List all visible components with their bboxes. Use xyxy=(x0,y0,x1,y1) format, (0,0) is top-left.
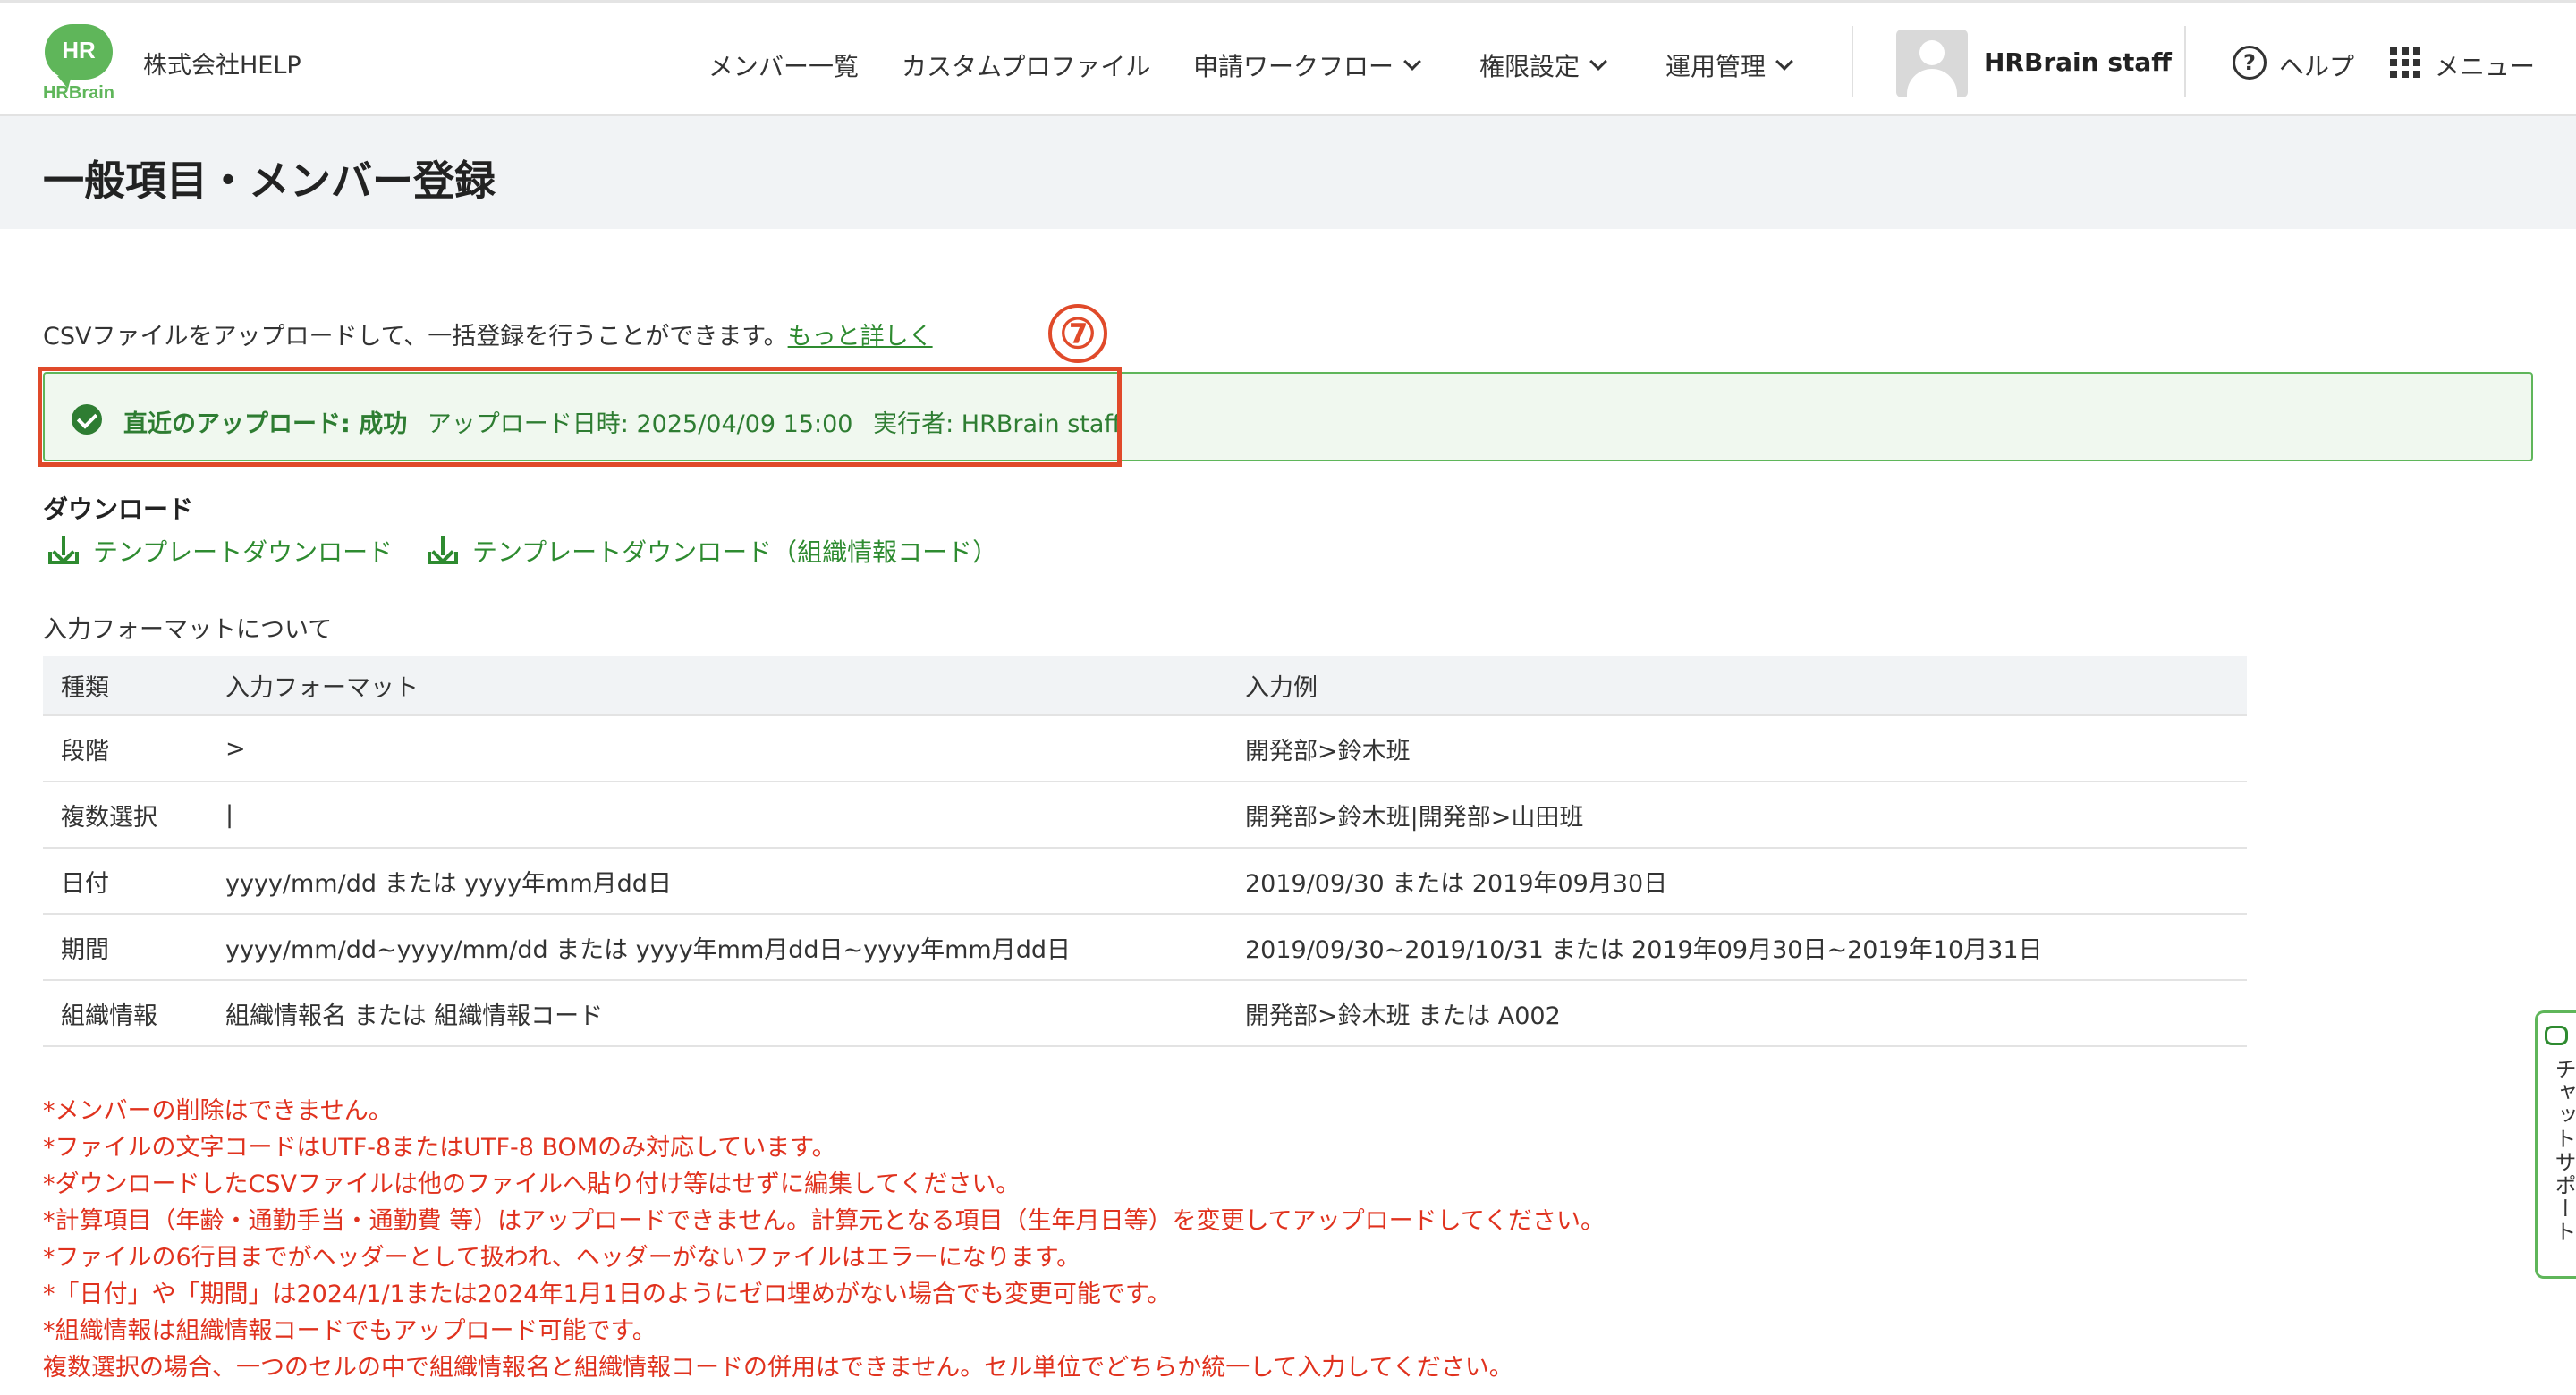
chevron-down-icon xyxy=(1589,53,1607,71)
column-header-format: 入力フォーマット xyxy=(208,656,1227,716)
table-cell: 日付 xyxy=(43,848,208,915)
note-line: *メンバーの削除はできません。 xyxy=(43,1097,393,1125)
nav-member-list[interactable]: メンバー一覧 xyxy=(708,47,859,83)
intro-description: CSVファイルをアップロードして、一括登録を行うことができます。 xyxy=(43,323,788,351)
column-header-example: 入力例 xyxy=(1227,656,2247,716)
note-line: *計算項目（年齢・通勤手当・通勤費 等）はアップロードできません。計算元となる項… xyxy=(43,1207,1606,1235)
nav-workflow-label: 申請ワークフロー xyxy=(1193,52,1394,81)
top-header: HR HRBrain 株式会社HELP メンバー一覧 カスタムプロファイル 申請… xyxy=(0,0,2576,116)
logo-mark: HR xyxy=(62,37,96,63)
chevron-down-icon xyxy=(1775,53,1793,71)
table-row: 日付 yyyy/mm/dd または yyyy年mm月dd日 2019/09/30… xyxy=(43,848,2247,915)
template-download-label: テンプレートダウンロード xyxy=(93,537,394,567)
table-cell: 2019/09/30 または 2019年09月30日 xyxy=(1227,848,2247,915)
table-cell: yyyy/mm/dd~yyyy/mm/dd または yyyy年mm月dd日~yy… xyxy=(208,914,1227,981)
avatar-head xyxy=(1919,40,1945,65)
table-cell: 開発部>鈴木班 または A002 xyxy=(1227,980,2247,1047)
nav-custom-profile[interactable]: カスタムプロファイル xyxy=(902,47,1150,83)
page-title: 一般項目・メンバー登録 xyxy=(43,156,496,205)
download-icon xyxy=(48,536,79,566)
nav-member-list-label: メンバー一覧 xyxy=(708,52,860,81)
avatar-body xyxy=(1907,69,1957,97)
download-heading: ダウンロード xyxy=(43,495,194,524)
table-cell: 2019/09/30~2019/10/31 または 2019年09月30日~20… xyxy=(1227,914,2247,981)
nav-permissions[interactable]: 権限設定 xyxy=(1479,47,1607,83)
upload-notes: *メンバーの削除はできません。 *ファイルの文字コードはUTF-8またはUTF-… xyxy=(43,1093,1605,1386)
note-line: 複数選択の場合、一つのセルの中で組織情報名と組織情報コードの併用はできません。セ… xyxy=(43,1354,1513,1382)
table-cell: > xyxy=(208,715,1227,782)
menu-link[interactable]: メニュー xyxy=(2435,47,2535,83)
table-cell: yyyy/mm/dd または yyyy年mm月dd日 xyxy=(208,848,1227,915)
learn-more-link[interactable]: もっと詳しく xyxy=(788,323,933,351)
table-cell: 段階 xyxy=(43,715,208,782)
user-avatar[interactable] xyxy=(1896,30,1968,97)
header-divider xyxy=(1852,26,1853,97)
table-cell: 組織情報 xyxy=(43,980,208,1047)
help-icon[interactable]: ? xyxy=(2233,46,2267,80)
chat-support-label: チャットサポート xyxy=(2551,1058,2576,1244)
company-name: 株式会社HELP xyxy=(143,52,301,80)
table-cell: 開発部>鈴木班 xyxy=(1227,715,2247,782)
header-divider xyxy=(2184,26,2186,97)
table-cell: | xyxy=(208,782,1227,849)
user-name[interactable]: HRBrain staff xyxy=(1984,47,2172,77)
annotation-highlight-box xyxy=(38,367,1122,467)
format-table: 種類 入力フォーマット 入力例 段階 > 開発部>鈴木班 複数選択 | 開発部>… xyxy=(43,656,2247,1047)
column-header-type: 種類 xyxy=(43,656,208,716)
table-cell: 期間 xyxy=(43,914,208,981)
chat-bubble-icon xyxy=(2545,1026,2568,1045)
table-cell: 組織情報名 または 組織情報コード xyxy=(208,980,1227,1047)
nav-operations[interactable]: 運用管理 xyxy=(1665,47,1793,83)
template-download-link[interactable]: テンプレートダウンロード xyxy=(48,533,393,569)
table-cell: 複数選択 xyxy=(43,782,208,849)
grid-menu-icon[interactable] xyxy=(2390,47,2420,78)
help-link[interactable]: ヘルプ xyxy=(2279,47,2354,83)
table-row: 複数選択 | 開発部>鈴木班|開発部>山田班 xyxy=(43,782,2247,849)
table-row: 組織情報 組織情報名 または 組織情報コード 開発部>鈴木班 または A002 xyxy=(43,980,2247,1047)
note-line: *組織情報は組織情報コードでもアップロード可能です。 xyxy=(43,1317,657,1345)
download-icon xyxy=(428,536,458,566)
nav-operations-label: 運用管理 xyxy=(1665,52,1767,81)
note-line: *「日付」や「期間」は2024/1/1または2024年1月1日のようにゼロ埋めが… xyxy=(43,1281,1172,1308)
note-line: *ダウンロードしたCSVファイルは他のファイルへ貼り付け等はせずに編集してくださ… xyxy=(43,1171,1021,1198)
step-annotation-marker: ⑦ xyxy=(1048,304,1107,363)
hrbrain-logo[interactable]: HR HRBrain xyxy=(41,24,116,103)
logo-brand: HRBrain xyxy=(42,83,114,103)
intro-text: CSVファイルをアップロードして、一括登録を行うことができます。もっと詳しく xyxy=(43,317,933,351)
note-line: *ファイルの6行目までがヘッダーとして扱われ、ヘッダーがないファイルはエラーにな… xyxy=(43,1244,1081,1272)
table-header-row: 種類 入力フォーマット 入力例 xyxy=(43,656,2247,716)
page-title-band: 一般項目・メンバー登録 xyxy=(0,116,2576,229)
table-row: 段階 > 開発部>鈴木班 xyxy=(43,715,2247,782)
table-row: 期間 yyyy/mm/dd~yyyy/mm/dd または yyyy年mm月dd日… xyxy=(43,914,2247,981)
format-heading: 入力フォーマットについて xyxy=(43,616,333,644)
nav-workflow[interactable]: 申請ワークフロー xyxy=(1193,47,1421,83)
nav-custom-profile-label: カスタムプロファイル xyxy=(902,52,1151,81)
chat-support-tab[interactable]: チャットサポート xyxy=(2535,1010,2576,1279)
template-download-org-code-label: テンプレートダウンロード（組織情報コード） xyxy=(472,537,998,567)
table-cell: 開発部>鈴木班|開発部>山田班 xyxy=(1227,782,2247,849)
note-line: *ファイルの文字コードはUTF-8またはUTF-8 BOMのみ対応しています。 xyxy=(43,1134,836,1162)
nav-permissions-label: 権限設定 xyxy=(1479,52,1580,81)
template-download-org-code-link[interactable]: テンプレートダウンロード（組織情報コード） xyxy=(428,533,997,569)
chevron-down-icon xyxy=(1403,53,1421,71)
